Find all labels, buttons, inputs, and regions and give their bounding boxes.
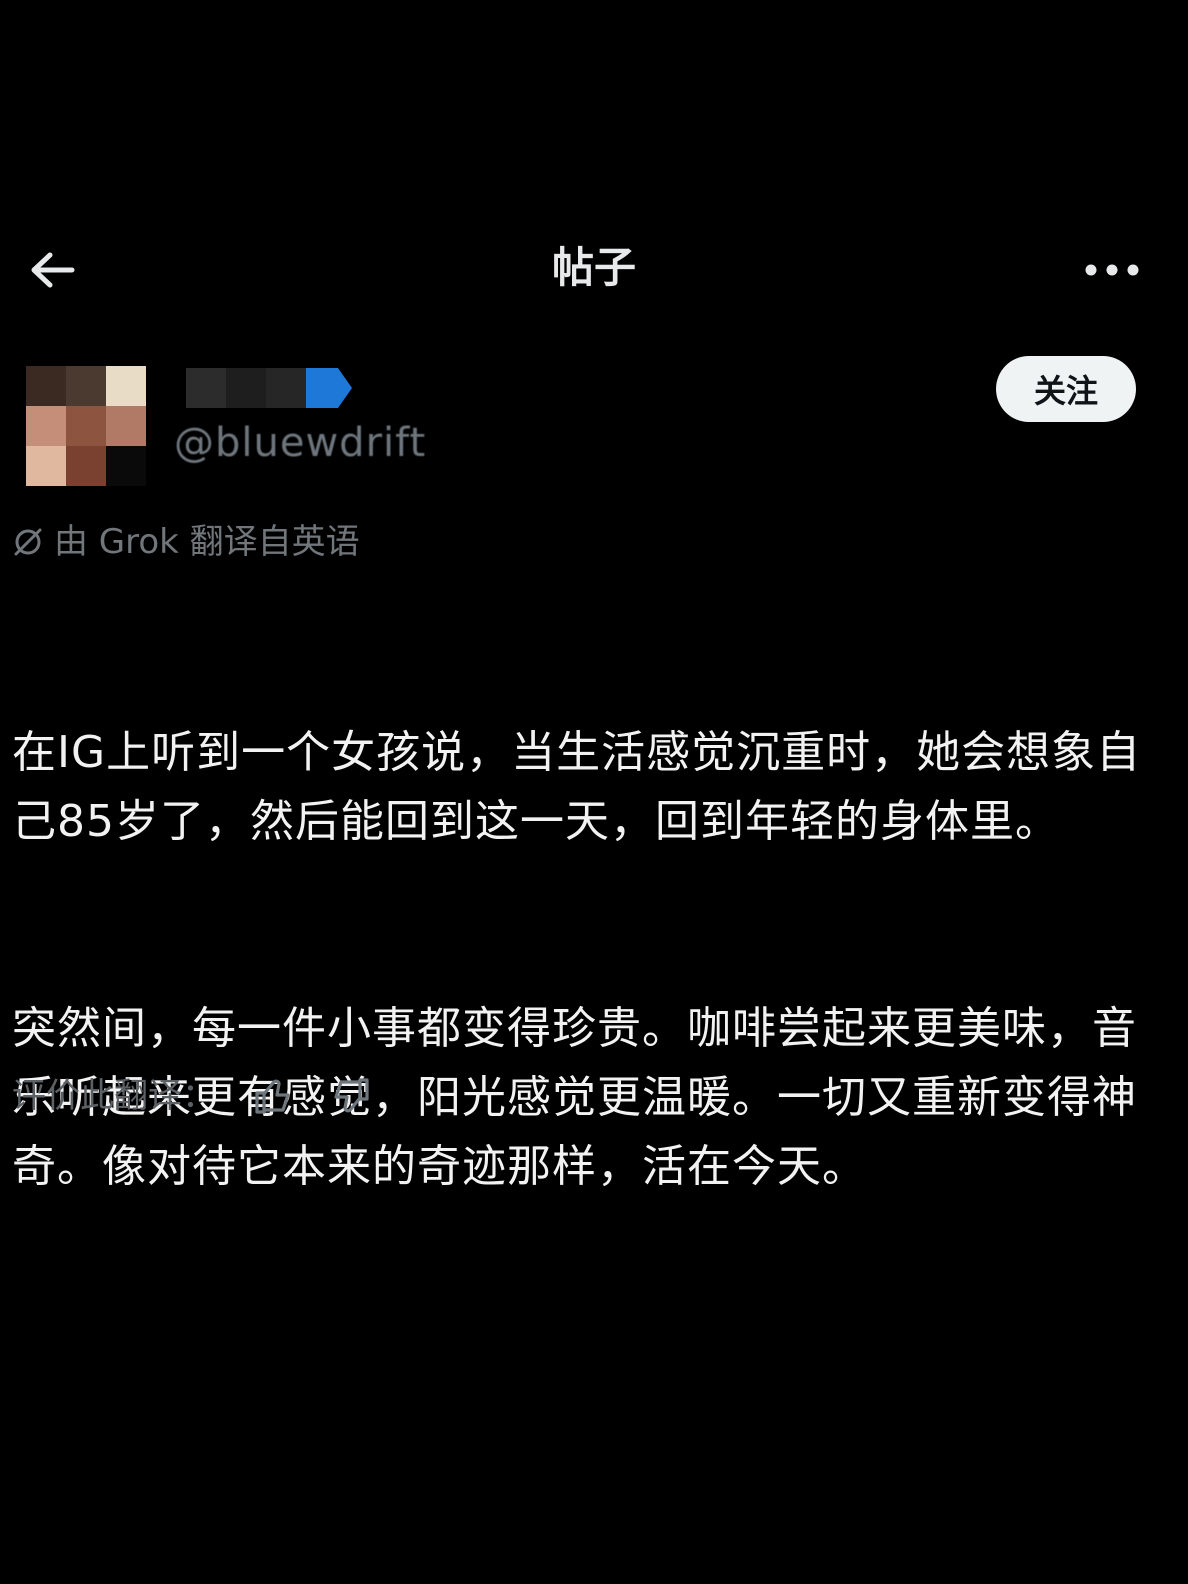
thumbs-up-button[interactable] bbox=[250, 1073, 296, 1119]
post-paragraph: 在IG上听到一个女孩说，当生活感觉沉重时，她会想象自己85岁了，然后能回到这一天… bbox=[12, 727, 1142, 847]
author-row: @bluewdrift 关注 bbox=[26, 356, 1156, 490]
rate-translation: 评价此翻译： bbox=[12, 1072, 374, 1120]
display-name-blurred[interactable] bbox=[186, 368, 306, 408]
translation-notice: 由 Grok 翻译自英语 bbox=[12, 518, 360, 566]
more-horizontal-icon bbox=[1085, 264, 1139, 276]
grok-icon bbox=[14, 528, 42, 556]
author-handle[interactable]: @bluewdrift bbox=[174, 418, 426, 468]
follow-button[interactable]: 关注 bbox=[996, 356, 1136, 422]
translation-label: 由 Grok 翻译自英语 bbox=[54, 522, 360, 562]
more-options-button[interactable] bbox=[1078, 246, 1146, 294]
post-text: 在IG上听到一个女孩说，当生活感觉沉重时，她会想象自己85岁了，然后能回到这一天… bbox=[12, 580, 1162, 1270]
thumbs-down-icon bbox=[334, 1078, 369, 1113]
top-bar: 帖子 bbox=[0, 232, 1188, 308]
verified-badge-icon bbox=[306, 368, 352, 408]
thumbs-down-button[interactable] bbox=[328, 1073, 374, 1119]
page-title: 帖子 bbox=[551, 243, 636, 292]
avatar[interactable] bbox=[26, 366, 146, 486]
thumbs-up-icon bbox=[255, 1079, 290, 1114]
rate-label: 评价此翻译： bbox=[12, 1076, 216, 1116]
